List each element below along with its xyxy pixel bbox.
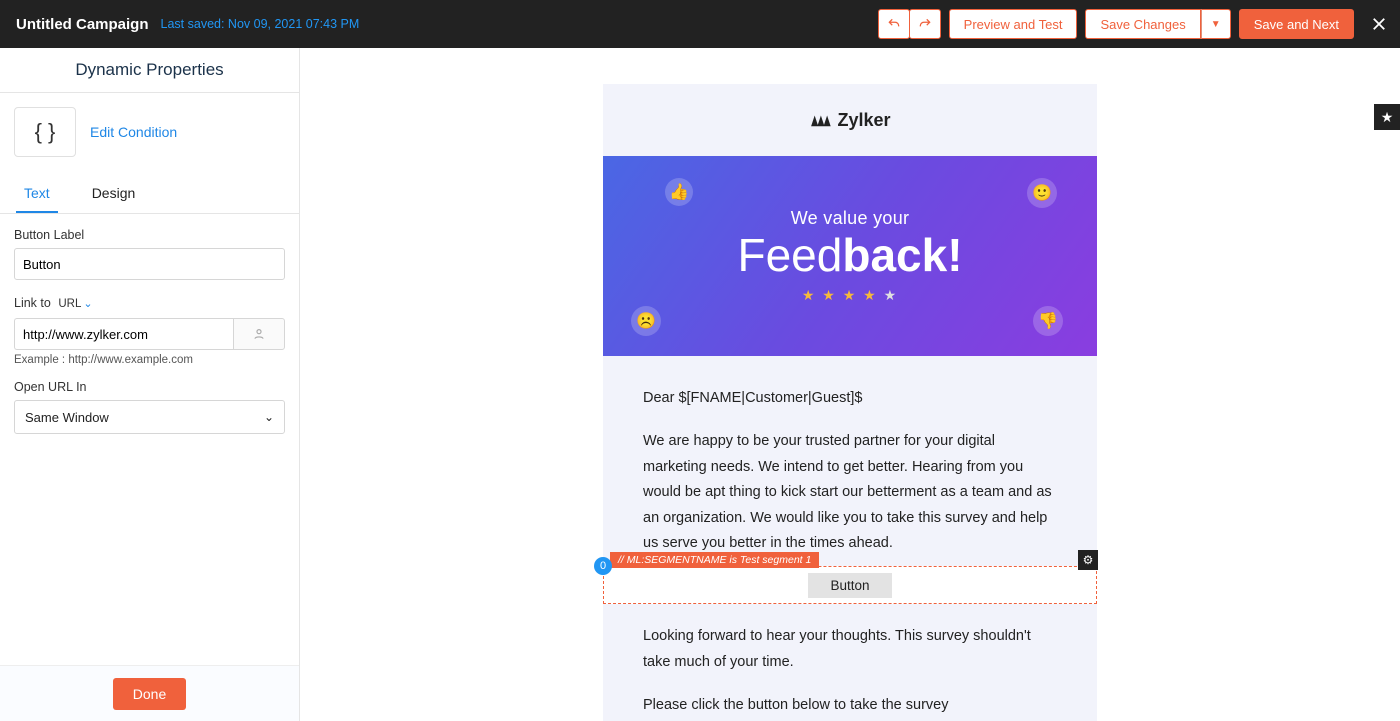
thumbs-up-icon: 👍 [665,178,693,206]
url-input[interactable] [14,318,233,350]
open-url-select[interactable]: Same Window ⌄ [14,400,285,434]
cta-button[interactable]: Button [808,573,891,598]
sidebar-footer: Done [0,665,299,721]
save-changes-split: Save Changes ▼ [1085,9,1230,39]
save-next-button[interactable]: Save and Next [1239,9,1354,39]
link-to-row: Link to URL⌄ [14,296,285,310]
link-to-type[interactable]: URL [58,298,81,310]
main: Dynamic Properties { } Edit Condition Te… [0,48,1400,721]
condition-row: { } Edit Condition [0,93,299,171]
link-to-label: Link to [14,296,51,310]
caret-down-icon: ▼ [1211,19,1221,30]
close-icon [1370,15,1388,33]
star-icon: ★ [1381,109,1394,126]
person-icon [252,327,266,341]
redo-button[interactable] [909,9,941,39]
button-label-input[interactable] [14,248,285,280]
preview-test-button[interactable]: Preview and Test [949,9,1078,39]
segment-tag: // ML:SEGMENTNAME is Test segment 1 [610,552,819,568]
email-body-2: Looking forward to hear your thoughts. T… [603,604,1097,718]
brand-row: Zylker [603,84,1097,156]
undo-icon [887,17,901,31]
paragraph-1: We are happy to be your trusted partner … [643,429,1057,556]
paragraph-3: Please click the button below to take th… [643,693,1057,718]
drag-handle-badge[interactable]: 0 [594,557,612,575]
chevron-down-icon[interactable]: ⌄ [83,298,92,310]
close-button[interactable] [1370,15,1388,33]
url-input-row [14,318,285,350]
undo-button[interactable] [878,9,910,39]
tab-text[interactable]: Text [16,175,58,213]
paragraph-2: Looking forward to hear your thoughts. T… [643,624,1057,675]
open-url-label: Open URL In [14,380,285,394]
tab-design[interactable]: Design [84,175,144,213]
thumbs-down-icon: 👎 [1033,306,1063,336]
topbar: Untitled Campaign Last saved: Nov 09, 20… [0,0,1400,48]
save-changes-button[interactable]: Save Changes [1085,9,1200,39]
campaign-title: Untitled Campaign [16,16,149,33]
brand-name: Zylker [837,110,890,131]
url-merge-button[interactable] [233,318,285,350]
redo-icon [918,17,932,31]
greeting: Dear $[FNAME|Customer|Guest]$ [643,386,1057,411]
edit-condition-link[interactable]: Edit Condition [90,124,177,140]
hero-small: We value your [791,208,910,229]
sidebar-header: Dynamic Properties [0,48,299,93]
save-changes-caret[interactable]: ▼ [1201,9,1231,39]
email-canvas: ★ Zylker 👍 🙂 ☹️ 👎 We value your Feedback… [300,48,1400,721]
sad-icon: ☹️ [631,306,661,336]
property-tabs: Text Design [0,175,299,214]
open-url-value: Same Window [25,410,109,425]
last-saved-text: Last saved: Nov 09, 2021 07:43 PM [161,17,360,31]
braces-icon: { } [14,107,76,157]
url-example: Example : http://www.example.com [14,354,285,366]
gear-icon: ⚙ [1083,553,1094,567]
text-panel: Button Label Link to URL⌄ Example : http… [0,214,299,665]
properties-sidebar: Dynamic Properties { } Edit Condition Te… [0,48,300,721]
email-body: Dear $[FNAME|Customer|Guest]$ We are hap… [603,356,1097,556]
smile-icon: 🙂 [1027,178,1057,208]
email-preview: Zylker 👍 🙂 ☹️ 👎 We value your Feedback! … [603,84,1097,721]
favorites-tab[interactable]: ★ [1374,104,1400,130]
hero-big: Feedback! [737,231,962,279]
block-settings-button[interactable]: ⚙ [1078,550,1098,570]
brand-logo-icon [809,112,831,128]
done-button[interactable]: Done [113,678,186,710]
hero-banner: 👍 🙂 ☹️ 👎 We value your Feedback! ★ ★ ★ ★… [603,156,1097,356]
button-label-label: Button Label [14,228,285,242]
dynamic-button-block[interactable]: // ML:SEGMENTNAME is Test segment 1 0 ⚙ … [603,566,1097,604]
stars-row: ★ ★ ★ ★ ★ [802,287,898,304]
chevron-down-icon: ⌄ [264,410,274,424]
